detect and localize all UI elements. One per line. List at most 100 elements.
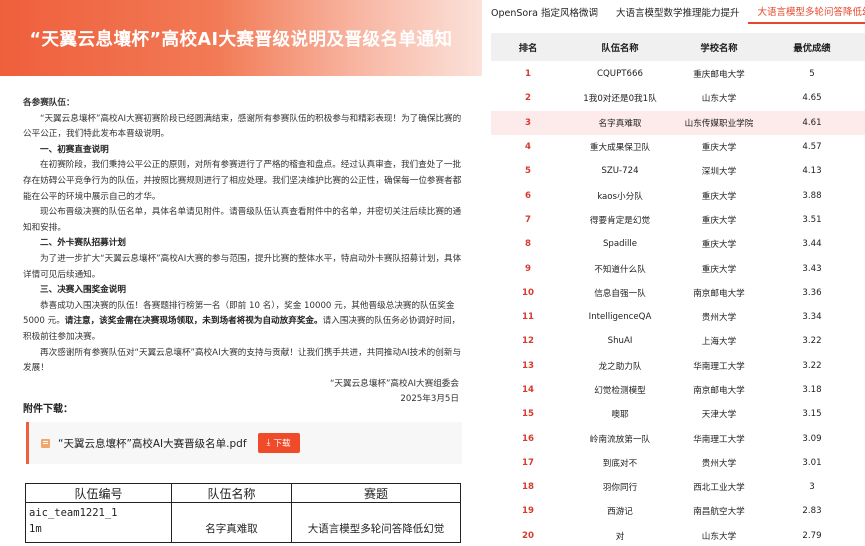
- team-name-cell: 羽你同行: [602, 483, 638, 494]
- score-cell: 3: [809, 482, 815, 493]
- team-name-cell: 1我0对还是0我1队: [583, 94, 657, 105]
- score-cell: 3.09: [802, 433, 822, 444]
- download-button[interactable]: ⤓ 下载: [257, 433, 300, 453]
- school-name-cell: 西北工业大学: [693, 483, 745, 494]
- rank-cell: 17: [522, 457, 534, 468]
- doc-table-task: 大语言模型多轮问答降低幻觉: [291, 502, 461, 543]
- leaderboard-row: 20 对 山东大学 2.79: [491, 524, 865, 546]
- rank-cell: 15: [522, 409, 534, 420]
- school-name-cell: 贵州大学: [701, 313, 737, 324]
- section-1-paragraph-1: 在初赛阶段，我们秉持公平公正的原则，对所有参赛进行了严格的稽查和盘点。经过认真审…: [23, 160, 462, 202]
- school-name-cell: 南京邮电大学: [693, 288, 745, 299]
- leaderboard-row: 19 西游记 南昌航空大学 2.83: [491, 499, 865, 523]
- header-team: 队伍名称: [601, 43, 639, 54]
- section-2-paragraph: 为了进一步扩大“天翼云息壤杯”高校AI大赛的参与范围，提升比赛的整体水平，特启动…: [23, 253, 462, 280]
- rank-cell: 4: [525, 142, 531, 153]
- notice-body: 各参赛队伍： “天翼云息壤杯”高校AI大赛初赛阶段已经圆满结束，感谢所有参赛队伍…: [23, 96, 467, 408]
- leaderboard-row: 5 SZU-724 深圳大学 4.13: [491, 159, 865, 183]
- leaderboard-panel: OpenSora 指定风格微调 大语言模型数学推理能力提升 大语言模型多轮问答降…: [482, 0, 865, 546]
- school-name-cell: 山东大学: [701, 94, 737, 105]
- team-name-cell: IntelligenceQA: [588, 312, 652, 323]
- team-name-cell: 幻觉检测模型: [594, 386, 646, 396]
- score-cell: 3.22: [802, 336, 822, 347]
- score-cell: 4.65: [802, 93, 822, 104]
- header-school: 学校名称: [700, 43, 738, 54]
- download-arrow-icon: ⤓: [266, 438, 271, 448]
- school-name-cell: 重庆大学: [701, 191, 737, 202]
- notice-date: 2025年3月5日: [400, 394, 459, 405]
- score-cell: 2.83: [802, 506, 822, 517]
- rank-cell: 2: [525, 93, 531, 104]
- team-name-cell: 龙之助力队: [598, 361, 642, 372]
- rank-cell: 5: [525, 166, 531, 177]
- task-tabs: OpenSora 指定风格微调 大语言模型数学推理能力提升 大语言模型多轮问答降…: [482, 0, 865, 24]
- attachment-file-name[interactable]: “天翼云息壤杯”高校AI大赛晋级名单.pdf: [58, 436, 247, 451]
- rank-cell: 19: [522, 506, 534, 517]
- score-cell: 3.22: [802, 360, 822, 371]
- section-heading-3: 三、决赛入围奖金说明: [40, 285, 126, 296]
- rank-cell: 16: [522, 433, 534, 444]
- school-name-cell: 华南理工大学: [693, 361, 745, 372]
- tab-opensora[interactable]: OpenSora 指定风格微调: [482, 0, 607, 24]
- leaderboard-header: 排名 队伍名称 学校名称 最优成绩: [491, 33, 865, 61]
- leaderboard-row: 4 重大成果保卫队 重庆大学 4.57: [491, 135, 865, 159]
- team-name-cell: 得要肯定是幻觉: [589, 215, 651, 226]
- school-name-cell: 重庆邮电大学: [693, 70, 745, 81]
- school-name-cell: 重庆大学: [701, 240, 737, 251]
- tab-math-reasoning[interactable]: 大语言模型数学推理能力提升: [607, 0, 749, 24]
- leaderboard-row: 3 名字真难取 山东传媒职业学院 4.61: [491, 110, 865, 135]
- team-name-cell: kaos小分队: [597, 191, 643, 202]
- intro-paragraph: “天翼云息壤杯”高校AI大赛初赛阶段已经圆满结束，感谢所有参赛队伍的积极参与和精…: [23, 113, 462, 140]
- rank-cell: 6: [525, 190, 531, 201]
- school-name-cell: 南昌航空大学: [693, 507, 745, 518]
- section-1-paragraph-2: 现公布晋级决赛的队伍名单，具体名单请见附件。请晋级队伍认真查看附件中的名单，并密…: [23, 207, 462, 233]
- rank-cell: 10: [522, 287, 534, 298]
- leaderboard-row: 12 ShuAI 上海大学 3.22: [491, 329, 865, 353]
- school-name-cell: 重庆大学: [701, 264, 737, 275]
- school-name-cell: 重庆大学: [701, 215, 737, 226]
- section-3-paragraph: 恭喜成功入围决赛的队伍！各赛题排行榜第一名（即前 10 名），奖金 10000 …: [23, 299, 467, 346]
- team-name-cell: 名字真难取: [598, 118, 642, 129]
- salutation: 各参赛队伍：: [23, 98, 75, 108]
- notice-banner: “天翼云息壤杯”高校AI大赛晋级说明及晋级名单通知: [0, 0, 482, 76]
- doc-table-team-id: aic_team1221_1 1m: [25, 502, 172, 543]
- team-id-line-1: aic_team1221_1: [29, 507, 118, 519]
- rank-cell: 9: [525, 263, 531, 274]
- leaderboard-row: 6 kaos小分队 重庆大学 3.88: [491, 183, 865, 207]
- team-name-cell: 重大成果保卫队: [589, 143, 651, 154]
- leaderboard-row: 11 IntelligenceQA 贵州大学 3.34: [491, 305, 865, 329]
- score-cell: 2.79: [802, 530, 822, 541]
- leaderboard-row: 7 得要肯定是幻觉 重庆大学 3.51: [491, 208, 865, 232]
- tab-hallucination[interactable]: 大语言模型多轮问答降低幻觉: [748, 0, 865, 24]
- notice-panel: “天翼云息壤杯”高校AI大赛晋级说明及晋级名单通知 各参赛队伍： “天翼云息壤杯…: [0, 0, 482, 546]
- team-name-cell: 对: [615, 531, 625, 542]
- leaderboard-rows: 1 CQUPT666 重庆邮电大学 5 2 1我0对还是0我1队 山东大学 4.65 3 名字真难…: [491, 62, 865, 546]
- team-name-cell: CQUPT666: [597, 69, 643, 80]
- attachment-item: “天翼云息壤杯”高校AI大赛晋级名单.pdf ⤓ 下载: [26, 422, 462, 464]
- team-name-cell: 噢耶: [611, 410, 629, 421]
- score-cell: 3.43: [802, 263, 822, 274]
- team-name-cell: 岭南流放第一队: [589, 434, 651, 445]
- team-id-line-2: 1m: [29, 523, 42, 535]
- page-title: “天翼云息壤杯”高校AI大赛晋级说明及晋级名单通知: [29, 29, 453, 50]
- header-rank: 排名: [518, 43, 538, 54]
- leaderboard-row: 8 Spadille 重庆大学 3.44: [491, 232, 865, 256]
- download-button-label: 下载: [273, 439, 291, 449]
- leaderboard-row: 2 1我0对还是0我1队 山东大学 4.65: [491, 86, 865, 110]
- team-name-cell: ShuAI: [607, 336, 633, 347]
- rank-cell: 7: [525, 214, 531, 225]
- rank-cell: 3: [525, 117, 531, 128]
- score-cell: 3.36: [802, 287, 822, 298]
- team-name-cell: 不知道什么队: [594, 264, 646, 275]
- school-name-cell: 山东大学: [701, 531, 737, 542]
- rank-cell: 13: [522, 360, 534, 371]
- school-name-cell: 天津大学: [701, 410, 737, 421]
- score-cell: 3.51: [802, 214, 822, 225]
- rank-cell: 12: [522, 336, 534, 347]
- leaderboard-row: 13 龙之助力队 华南理工大学 3.22: [491, 354, 865, 378]
- doc-table-header-name: 队伍名称: [171, 483, 292, 503]
- team-name-cell: 信息自强一队: [594, 288, 646, 299]
- doc-table-row: aic_team1221_1 1m 名字真难取 大语言模型多轮问答降低幻觉: [25, 502, 461, 543]
- score-cell: 3.44: [802, 239, 822, 250]
- school-name-cell: 上海大学: [701, 337, 737, 348]
